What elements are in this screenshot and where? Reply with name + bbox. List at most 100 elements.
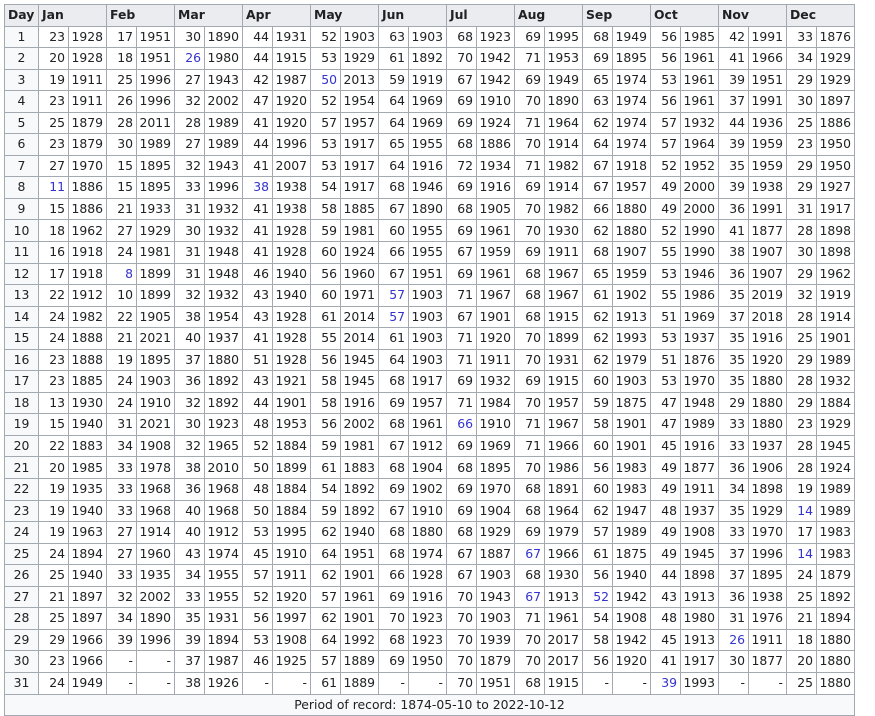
record-year: 1967 <box>544 284 583 307</box>
record-value: 22 <box>38 284 69 307</box>
record-year: 1907 <box>612 241 651 264</box>
record-year: 1915 <box>544 671 583 695</box>
record-year: 2021 <box>136 327 175 350</box>
record-year: 1990 <box>680 219 719 243</box>
record-value: 68 <box>446 521 477 544</box>
record-value: 40 <box>174 327 205 350</box>
record-year: 1955 <box>204 585 243 609</box>
record-value: 38 <box>242 176 273 199</box>
record-year: 1957 <box>544 391 583 415</box>
record-year: 2010 <box>204 456 243 480</box>
record-year: 1886 <box>816 111 855 135</box>
record-year: 1961 <box>544 607 583 630</box>
record-year: 1940 <box>612 564 651 587</box>
record-year: 1939 <box>476 628 515 652</box>
record-value: 38 <box>718 241 749 264</box>
month-header-apr: Apr <box>242 4 311 27</box>
table-row: 12 17 1918 8 1899 31 1948 46 1940 56 1960 67 1951 69 1… <box>4 262 855 286</box>
record-value: 29 <box>786 176 817 199</box>
record-year: 1951 <box>340 542 379 566</box>
record-value: 25 <box>786 327 817 350</box>
record-year: 1974 <box>204 542 243 566</box>
record-year: 1942 <box>476 47 515 70</box>
record-value: 38 <box>174 456 205 480</box>
record-value: 32 <box>174 391 205 415</box>
record-year: 1928 <box>272 327 311 350</box>
record-year: 1969 <box>680 305 719 329</box>
record-value: 69 <box>378 478 409 501</box>
record-year: - <box>408 671 447 695</box>
record-year: - <box>612 671 651 695</box>
record-year: 1911 <box>68 68 107 92</box>
record-value: 33 <box>106 499 137 523</box>
record-year: 1914 <box>816 305 855 329</box>
record-year: 2019 <box>748 284 787 307</box>
record-year: 1911 <box>544 241 583 264</box>
day-cell: 17 <box>4 370 39 393</box>
record-year: 1951 <box>136 47 175 70</box>
table-row: 23 19 1940 33 1968 40 1968 50 1884 59 1892 67 1910 69… <box>4 499 855 523</box>
record-year: 1897 <box>816 90 855 113</box>
record-value: 41 <box>242 327 273 350</box>
day-cell: 18 <box>4 391 39 415</box>
record-value: 27 <box>174 133 205 156</box>
record-value: 20 <box>38 47 69 70</box>
record-year: 1930 <box>544 219 583 243</box>
day-cell: 21 <box>4 456 39 480</box>
record-value: 56 <box>310 348 341 372</box>
record-year: 1929 <box>340 47 379 70</box>
record-year: - <box>136 650 175 673</box>
record-year: 1937 <box>680 499 719 523</box>
record-value: 70 <box>378 607 409 630</box>
record-value: 61 <box>582 542 613 566</box>
record-year: 1959 <box>612 262 651 286</box>
record-value: 24 <box>38 671 69 695</box>
record-year: 1928 <box>272 305 311 329</box>
record-year: 1966 <box>544 542 583 566</box>
record-value: 60 <box>310 284 341 307</box>
record-year: 1989 <box>816 348 855 372</box>
record-year: 1903 <box>408 327 447 350</box>
record-year: 1931 <box>204 607 243 630</box>
record-year: 1982 <box>68 305 107 329</box>
record-year: 1916 <box>748 327 787 350</box>
record-year: 1901 <box>272 391 311 415</box>
record-year: 1991 <box>748 25 787 49</box>
record-year: 1954 <box>204 305 243 329</box>
record-year: 1880 <box>748 413 787 436</box>
day-cell: 31 <box>4 671 39 695</box>
record-value: 44 <box>242 391 273 415</box>
day-cell: 1 <box>4 25 39 49</box>
record-year: 1960 <box>340 262 379 286</box>
record-value: 67 <box>378 434 409 458</box>
record-value: 69 <box>514 370 545 393</box>
record-value: 58 <box>582 413 613 436</box>
record-value: 59 <box>310 219 341 243</box>
record-year: 1884 <box>272 499 311 523</box>
record-value: 63 <box>378 25 409 49</box>
record-value: 71 <box>446 391 477 415</box>
record-year: 1932 <box>204 284 243 307</box>
record-value: 68 <box>446 25 477 49</box>
record-value: 53 <box>650 370 681 393</box>
record-year: 1981 <box>136 241 175 264</box>
record-year: 1989 <box>204 111 243 135</box>
record-value: 25 <box>106 68 137 92</box>
record-value: 33 <box>106 478 137 501</box>
record-year: 1879 <box>816 564 855 587</box>
record-value: 71 <box>514 434 545 458</box>
record-year: 1913 <box>612 305 651 329</box>
record-value: 71 <box>514 154 545 178</box>
record-year: 1910 <box>272 542 311 566</box>
record-value: 17 <box>786 521 817 544</box>
record-value: 19 <box>38 521 69 544</box>
record-value: 37 <box>718 90 749 113</box>
record-value: 20 <box>38 456 69 480</box>
record-value: 69 <box>514 25 545 49</box>
record-year: 1989 <box>680 413 719 436</box>
record-year: 1910 <box>476 413 515 436</box>
record-year: 1950 <box>816 133 855 156</box>
record-value: 69 <box>378 585 409 609</box>
record-value: 33 <box>106 456 137 480</box>
record-year: 1951 <box>476 671 515 695</box>
